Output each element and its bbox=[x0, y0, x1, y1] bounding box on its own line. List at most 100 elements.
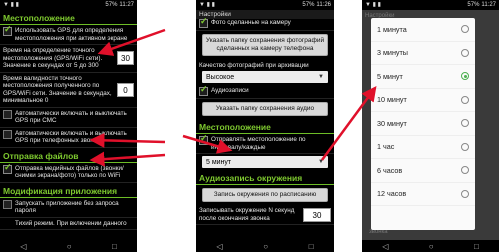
clock: 11:27 bbox=[119, 2, 134, 8]
section-file-sending: Отправка файлов bbox=[0, 148, 137, 163]
setting-label: Время на определение точного местоположе… bbox=[3, 47, 103, 69]
checkbox-checked[interactable] bbox=[3, 164, 12, 174]
photo-folder-button[interactable]: Указать папку сохранения фотографий сдел… bbox=[202, 34, 328, 56]
home-icon[interactable]: ○ bbox=[429, 242, 434, 251]
setting-label: Отправлять местоположение по интервалу/к… bbox=[211, 136, 306, 151]
status-icons: ▼ ▮ ▮ bbox=[3, 2, 19, 8]
checkbox-checked[interactable] bbox=[199, 86, 208, 96]
checkbox-checked[interactable] bbox=[199, 18, 208, 28]
setting-silent-mode[interactable]: Тихий режим. При включении данного bbox=[0, 218, 137, 230]
setting-gps-active-screen[interactable]: Использовать GPS для определения местопо… bbox=[0, 25, 137, 45]
setting-label: Автоматически включать и выключать GPS п… bbox=[15, 129, 127, 145]
quality-value: Высокое bbox=[206, 73, 235, 81]
phone-screen-2: ▼ ▮ ▮ 57% 11:26 Настройки Фото сделанные… bbox=[196, 0, 334, 252]
checkbox-unchecked[interactable] bbox=[3, 129, 12, 139]
back-icon[interactable]: ◁ bbox=[216, 242, 222, 251]
interval-option[interactable]: 1 минута bbox=[371, 18, 475, 42]
audio-folder-button[interactable]: Указать папку сохранения аудио bbox=[202, 102, 328, 116]
setting-location-interval[interactable]: Отправлять местоположение по интервалу/к… bbox=[196, 134, 334, 154]
home-icon[interactable]: ○ bbox=[263, 242, 268, 251]
section-location: Местоположение bbox=[196, 119, 334, 134]
option-label: 1 час bbox=[377, 142, 395, 152]
setting-record-duration: Записывать окружение N секунд после окон… bbox=[196, 205, 334, 225]
setting-wifi-only[interactable]: Отправка медийных файлов (звонки/снимки … bbox=[0, 163, 137, 183]
back-icon[interactable]: ◁ bbox=[382, 242, 388, 251]
setting-label: Отправка медийных файлов (звонки/снимки … bbox=[15, 164, 124, 180]
checkbox-checked[interactable] bbox=[199, 135, 208, 145]
setting-camera-photos[interactable]: Фото сделанные на камеру bbox=[196, 18, 334, 31]
option-label: 3 минуты bbox=[377, 48, 408, 58]
recents-icon[interactable]: □ bbox=[112, 242, 117, 251]
status-bar: ▼ ▮ ▮ 57% 11:27 bbox=[362, 0, 499, 10]
nav-bar: ◁ ○ □ bbox=[0, 240, 137, 252]
interval-option[interactable]: 3 минуты bbox=[371, 42, 475, 65]
interval-option[interactable]: 30 минут bbox=[371, 112, 475, 136]
screen-title: Настройки bbox=[196, 10, 334, 19]
setting-label: Тихий режим. При включении данного bbox=[15, 219, 127, 227]
status-bar: ▼ ▮ ▮ 57% 11:26 bbox=[196, 0, 334, 10]
phone-screen-1: ▼ ▮ ▮ 57% 11:27 Местоположение Использов… bbox=[0, 0, 137, 252]
interval-option[interactable]: 5 минут bbox=[371, 65, 475, 89]
setting-label: Время валидности точного местоположения … bbox=[3, 74, 112, 105]
record-duration-input[interactable]: 30 bbox=[303, 207, 331, 222]
option-label: 1 минута bbox=[377, 24, 407, 34]
back-icon[interactable]: ◁ bbox=[20, 242, 26, 251]
radio-icon[interactable] bbox=[461, 25, 469, 34]
option-label: 6 часов bbox=[377, 165, 403, 175]
setting-label: Записывать окружение N секунд после окон… bbox=[199, 207, 295, 222]
status-icons: ▼ ▮ ▮ bbox=[365, 2, 381, 8]
radio-icon[interactable] bbox=[461, 142, 469, 151]
chevron-down-icon: ▼ bbox=[318, 159, 324, 165]
phone-screen-3: ▼ ▮ ▮ 57% 11:27 Настройки звонка 1 минут… bbox=[362, 0, 499, 252]
recents-icon[interactable]: □ bbox=[309, 242, 314, 251]
setting-location-timeout: Время на определение точного местоположе… bbox=[0, 45, 137, 73]
setting-label: Запускать приложение без запроса пароля bbox=[15, 199, 119, 215]
quality-label: Качество фотографий при архивации bbox=[199, 62, 309, 69]
option-label: 10 минут bbox=[377, 95, 407, 105]
nav-bar: ◁ ○ □ bbox=[362, 240, 499, 252]
interval-option[interactable]: 1 час bbox=[371, 136, 475, 159]
checkbox-unchecked[interactable] bbox=[3, 199, 12, 209]
setting-audio[interactable]: Аудиозаписи bbox=[196, 85, 334, 99]
nav-bar: ◁ ○ □ bbox=[196, 240, 334, 252]
radio-selected-icon[interactable] bbox=[461, 72, 469, 81]
status-bar: ▼ ▮ ▮ 57% 11:27 bbox=[0, 0, 137, 10]
section-app-modification: Модификация приложения bbox=[0, 183, 137, 198]
setting-label: Фото сделанные на камеру bbox=[211, 19, 291, 26]
clock: 11:26 bbox=[316, 2, 331, 8]
radio-icon[interactable] bbox=[461, 166, 469, 175]
setting-label: Использовать GPS для определения местопо… bbox=[15, 27, 128, 42]
chevron-down-icon: ▼ bbox=[318, 74, 324, 80]
radio-icon[interactable] bbox=[461, 48, 469, 57]
battery-indicator: 57% bbox=[302, 2, 315, 8]
setting-gps-sms[interactable]: Автоматически включать и выключать GPS п… bbox=[0, 108, 137, 128]
radio-icon[interactable] bbox=[461, 95, 469, 104]
setting-location-validity: Время валидности точного местоположения … bbox=[0, 73, 137, 108]
setting-gps-calls[interactable]: Автоматически включать и выключать GPS п… bbox=[0, 128, 137, 148]
interval-option[interactable]: 10 минут bbox=[371, 89, 475, 112]
timeout-input[interactable]: 30 bbox=[117, 51, 134, 66]
radio-icon[interactable] bbox=[461, 189, 469, 198]
interval-option[interactable]: 12 часов bbox=[371, 183, 475, 206]
section-audio-recording: Аудиозапись окружения bbox=[196, 170, 334, 185]
checkbox-unchecked[interactable] bbox=[3, 109, 12, 119]
option-label: 12 часов bbox=[377, 189, 407, 199]
battery-indicator: 57% bbox=[467, 2, 480, 8]
interval-value: 5 минут bbox=[206, 158, 232, 166]
battery-indicator: 57% bbox=[105, 2, 118, 8]
section-location: Местоположение bbox=[0, 10, 137, 25]
schedule-button[interactable]: Запись окружения по расписанию bbox=[202, 188, 328, 202]
recents-icon[interactable]: □ bbox=[474, 242, 479, 251]
setting-label: Аудиозаписи bbox=[211, 87, 249, 94]
quality-select[interactable]: Высокое ▼ bbox=[202, 71, 328, 83]
option-label: 5 минут bbox=[377, 71, 403, 81]
interval-select[interactable]: 5 минут ▼ bbox=[202, 156, 328, 168]
interval-option[interactable]: 6 часов bbox=[371, 159, 475, 183]
radio-icon[interactable] bbox=[461, 119, 469, 128]
checkbox-checked[interactable] bbox=[3, 26, 12, 36]
setting-start-no-password[interactable]: Запускать приложение без запроса пароля bbox=[0, 198, 137, 218]
clock: 11:27 bbox=[481, 2, 496, 8]
validity-input[interactable]: 0 bbox=[117, 82, 134, 97]
setting-label: Автоматически включать и выключать GPS п… bbox=[15, 109, 127, 125]
home-icon[interactable]: ○ bbox=[67, 242, 72, 251]
